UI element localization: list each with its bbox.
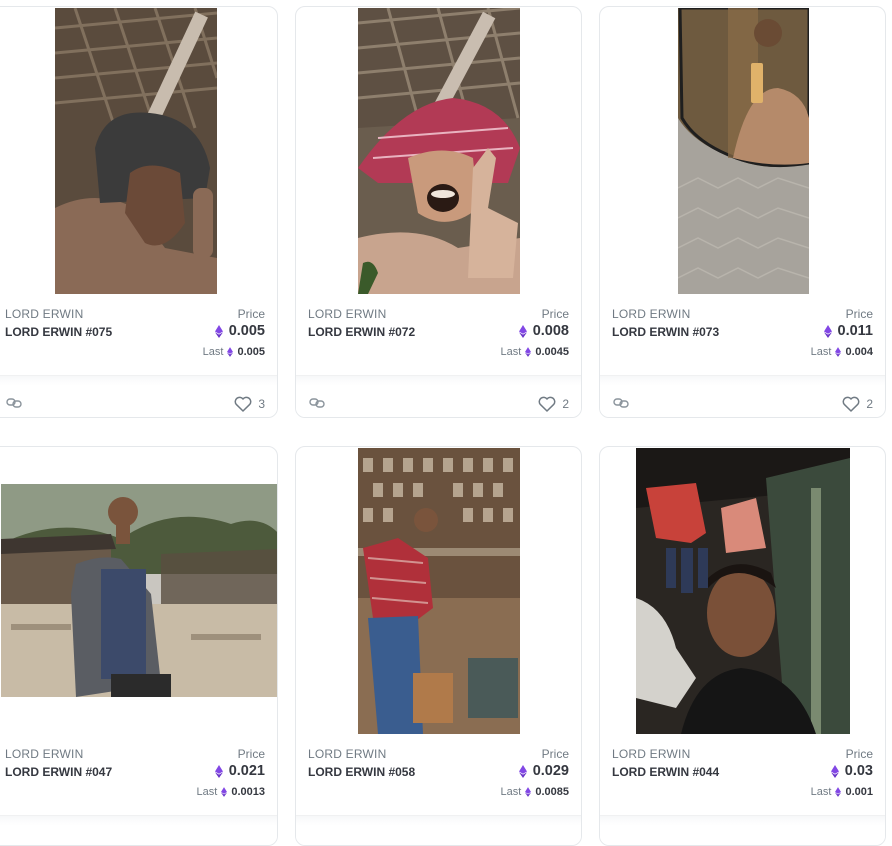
ethereum-icon <box>518 324 527 338</box>
price-label: Price <box>237 747 265 761</box>
nft-card[interactable]: LORD ERWIN LORD ERWIN #058 Price 0.029 L… <box>295 446 582 846</box>
last-sale: Last 0.004 <box>810 346 873 358</box>
collection-name[interactable]: LORD ERWIN <box>308 747 386 761</box>
link-chain-icon[interactable] <box>6 397 22 409</box>
heart-icon <box>842 396 860 412</box>
nft-photo <box>1 484 277 697</box>
link-chain-icon[interactable] <box>613 397 629 409</box>
nft-card[interactable]: LORD ERWIN LORD ERWIN #047 Price 0.021 L… <box>0 446 278 846</box>
nft-image[interactable] <box>0 7 277 300</box>
price-value: 0.008 <box>518 323 569 339</box>
nft-photo <box>678 8 809 294</box>
ethereum-icon <box>525 347 532 357</box>
nft-photo <box>358 448 520 734</box>
ethereum-icon <box>525 787 532 797</box>
last-sale: Last 0.005 <box>202 346 265 358</box>
nft-name[interactable]: LORD ERWIN #073 <box>612 325 719 339</box>
nft-photo <box>358 8 520 294</box>
card-footer: 2 <box>600 375 885 417</box>
nft-image[interactable] <box>296 7 581 300</box>
collection-name[interactable]: LORD ERWIN <box>612 307 690 321</box>
ethereum-icon <box>835 787 842 797</box>
price-label: Price <box>541 307 569 321</box>
nft-name[interactable]: LORD ERWIN #047 <box>5 765 112 779</box>
nft-image[interactable] <box>600 7 885 300</box>
nft-name[interactable]: LORD ERWIN #044 <box>612 765 719 779</box>
last-sale: Last 0.0045 <box>500 346 569 358</box>
nft-card[interactable]: LORD ERWIN LORD ERWIN #073 Price 0.011 L… <box>599 6 886 418</box>
price-value: 0.021 <box>214 763 265 779</box>
last-sale: Last 0.001 <box>810 786 873 798</box>
card-footer <box>0 815 277 845</box>
last-sale: Last 0.0085 <box>500 786 569 798</box>
like-count: 2 <box>562 397 569 411</box>
card-footer <box>296 815 581 845</box>
price-label: Price <box>845 307 873 321</box>
collection-name[interactable]: LORD ERWIN <box>308 307 386 321</box>
collection-name[interactable]: LORD ERWIN <box>612 747 690 761</box>
like-button[interactable]: 2 <box>538 396 569 412</box>
nft-name[interactable]: LORD ERWIN #058 <box>308 765 415 779</box>
collection-name[interactable]: LORD ERWIN <box>5 307 83 321</box>
price-value: 0.011 <box>823 323 873 339</box>
ethereum-icon <box>518 764 527 778</box>
like-button[interactable]: 3 <box>234 396 265 412</box>
price-value: 0.029 <box>518 763 569 779</box>
price-label: Price <box>541 747 569 761</box>
collection-name[interactable]: LORD ERWIN <box>5 747 83 761</box>
like-count: 2 <box>866 397 873 411</box>
heart-icon <box>538 396 556 412</box>
ethereum-icon <box>227 347 234 357</box>
ethereum-icon <box>214 324 223 338</box>
link-chain-icon[interactable] <box>309 397 325 409</box>
like-button[interactable]: 2 <box>842 396 873 412</box>
price-label: Price <box>237 307 265 321</box>
last-sale: Last 0.0013 <box>196 786 265 798</box>
heart-icon <box>234 396 252 412</box>
ethereum-icon <box>221 787 228 797</box>
nft-name[interactable]: LORD ERWIN #072 <box>308 325 415 339</box>
nft-name[interactable]: LORD ERWIN #075 <box>5 325 112 339</box>
nft-photo <box>636 448 850 734</box>
price-label: Price <box>845 747 873 761</box>
nft-card[interactable]: LORD ERWIN LORD ERWIN #072 Price 0.008 L… <box>295 6 582 418</box>
ethereum-icon <box>823 324 832 338</box>
card-footer: 2 <box>296 375 581 417</box>
card-footer <box>600 815 885 845</box>
ethereum-icon <box>214 764 223 778</box>
price-value: 0.03 <box>830 763 873 779</box>
ethereum-icon <box>835 347 842 357</box>
price-value: 0.005 <box>214 323 265 339</box>
nft-image[interactable] <box>600 447 885 740</box>
ethereum-icon <box>830 764 839 778</box>
card-footer: 3 <box>0 375 277 417</box>
nft-image[interactable] <box>296 447 581 740</box>
like-count: 3 <box>258 397 265 411</box>
nft-card[interactable]: LORD ERWIN LORD ERWIN #075 Price 0.005 L… <box>0 6 278 418</box>
nft-image[interactable] <box>0 447 277 740</box>
nft-photo <box>55 8 217 294</box>
nft-card[interactable]: LORD ERWIN LORD ERWIN #044 Price 0.03 La… <box>599 446 886 846</box>
